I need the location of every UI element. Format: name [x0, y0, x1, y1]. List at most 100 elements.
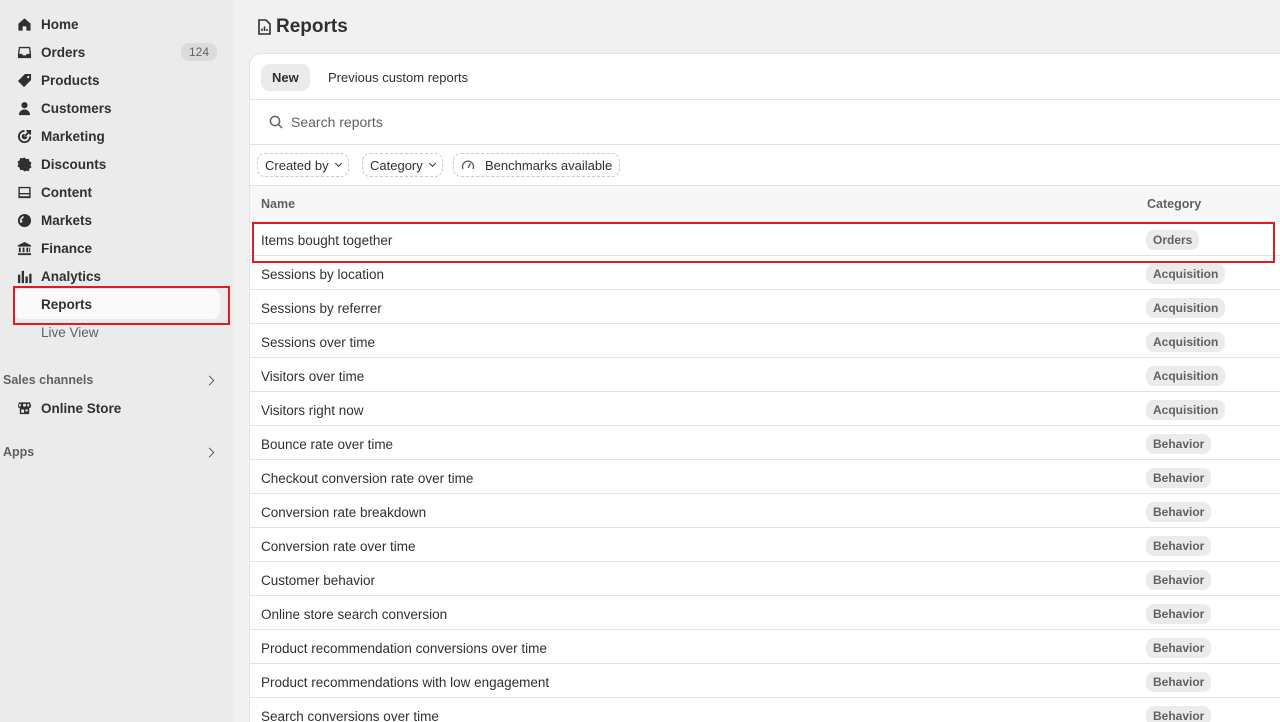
nav-reports[interactable]: Reports	[14, 289, 220, 319]
table-row[interactable]: Items bought together Orders	[250, 222, 1280, 256]
report-name[interactable]: Conversion rate breakdown	[261, 505, 426, 520]
table-row[interactable]: Checkout conversion rate over time Behavi…	[250, 460, 1280, 494]
nav-home-label: Home	[41, 16, 79, 32]
bank-icon	[16, 240, 32, 256]
nav-discounts[interactable]: Discounts	[12, 150, 217, 178]
nav-customers[interactable]: Customers	[12, 94, 217, 122]
nav-live-view[interactable]: Live View	[14, 317, 220, 347]
report-name[interactable]: Sessions over time	[261, 335, 375, 350]
table-row[interactable]: Conversion rate over time Behavior	[250, 528, 1280, 562]
tab-bar: New Previous custom reports	[250, 54, 1280, 100]
report-name[interactable]: Search conversions over time	[261, 709, 439, 722]
category-badge: Acquisition	[1146, 298, 1226, 318]
search-input[interactable]	[291, 114, 891, 130]
report-name[interactable]: Product recommendations with low engagem…	[261, 675, 549, 690]
tab-new[interactable]: New	[261, 64, 310, 91]
filter-created-by[interactable]: Created by	[257, 153, 349, 177]
reports-card: New Previous custom reports Created by C…	[249, 53, 1280, 722]
bar-chart-icon	[16, 268, 32, 284]
table-header: Name Category	[250, 186, 1280, 222]
table-row[interactable]: Sessions by referrer Acquisition	[250, 290, 1280, 324]
nav-online-store-label: Online Store	[41, 400, 122, 416]
nav-orders-label: Orders	[41, 44, 86, 60]
column-category[interactable]: Category	[1147, 197, 1201, 211]
category-badge: Acquisition	[1146, 366, 1226, 386]
nav-analytics[interactable]: Analytics	[12, 262, 217, 290]
nav-markets-label: Markets	[41, 212, 93, 228]
report-name[interactable]: Bounce rate over time	[261, 437, 393, 452]
table-row[interactable]: Product recommendations with low engagem…	[250, 664, 1280, 698]
nav-home[interactable]: Home	[12, 10, 217, 38]
filter-created-by-label: Created by	[265, 157, 329, 173]
report-name[interactable]: Product recommendation conversions over …	[261, 641, 547, 656]
discount-icon	[16, 156, 32, 172]
nav-markets[interactable]: Markets	[12, 206, 217, 234]
report-name[interactable]: Conversion rate over time	[261, 539, 416, 554]
column-name[interactable]: Name	[261, 197, 295, 211]
tab-previous-label: Previous custom reports	[328, 70, 469, 85]
filter-benchmarks[interactable]: Benchmarks available	[453, 153, 621, 177]
category-badge: Behavior	[1146, 672, 1212, 692]
nav-customers-label: Customers	[41, 100, 112, 116]
nav-content[interactable]: Content	[12, 178, 217, 206]
content-icon	[16, 184, 32, 200]
nav-products-label: Products	[41, 72, 100, 88]
nav-finance-label: Finance	[41, 240, 93, 256]
filter-category-label: Category	[370, 157, 423, 173]
filter-benchmarks-label: Benchmarks available	[485, 157, 613, 173]
category-badge: Orders	[1146, 230, 1200, 250]
gauge-icon	[461, 160, 475, 170]
report-list: Items bought together Orders Sessions by …	[250, 222, 1280, 722]
table-row[interactable]: Sessions over time Acquisition	[250, 324, 1280, 358]
table-row[interactable]: Online store search conversion Behavior	[250, 596, 1280, 630]
nav-reports-label: Reports	[41, 296, 93, 312]
report-name[interactable]: Visitors over time	[261, 369, 364, 384]
nav-marketing[interactable]: Marketing	[12, 122, 217, 150]
table-row[interactable]: Search conversions over time Behavior	[250, 698, 1280, 722]
report-name[interactable]: Sessions by location	[261, 267, 384, 282]
search-bar	[250, 100, 1280, 145]
report-name[interactable]: Visitors right now	[261, 403, 364, 418]
report-name[interactable]: Customer behavior	[261, 573, 375, 588]
category-badge: Behavior	[1146, 706, 1212, 722]
nav-orders[interactable]: Orders 124	[12, 38, 217, 66]
nav-products[interactable]: Products	[12, 66, 217, 94]
category-badge: Behavior	[1146, 468, 1212, 488]
nav-discounts-label: Discounts	[41, 156, 107, 172]
category-badge: Acquisition	[1146, 400, 1226, 420]
sales-channels-label: Sales channels	[3, 373, 94, 387]
category-badge: Behavior	[1146, 604, 1212, 624]
chevron-right-icon[interactable]	[204, 375, 215, 385]
report-name[interactable]: Sessions by referrer	[261, 301, 382, 316]
home-icon	[16, 16, 32, 32]
table-row[interactable]: Bounce rate over time Behavior	[250, 426, 1280, 460]
table-row[interactable]: Visitors over time Acquisition	[250, 358, 1280, 392]
filter-category[interactable]: Category	[362, 153, 443, 177]
report-name[interactable]: Items bought together	[261, 233, 392, 248]
table-row[interactable]: Customer behavior Behavior	[250, 562, 1280, 596]
table-row[interactable]: Visitors right now Acquisition	[250, 392, 1280, 426]
report-name[interactable]: Checkout conversion rate over time	[261, 471, 473, 486]
orders-count-badge: 124	[180, 43, 217, 61]
tab-previous-custom-reports[interactable]: Previous custom reports	[317, 64, 479, 91]
apps-label: Apps	[3, 445, 35, 459]
table-row[interactable]: Product recommendation conversions over …	[250, 630, 1280, 664]
table-row[interactable]: Sessions by location Acquisition	[250, 256, 1280, 290]
report-name[interactable]: Online store search conversion	[261, 607, 447, 622]
nav-analytics-label: Analytics	[41, 268, 102, 284]
category-badge: Acquisition	[1146, 332, 1226, 352]
nav-finance[interactable]: Finance	[12, 234, 217, 262]
filter-bar: Created by Category Benchmarks available	[250, 145, 1280, 186]
nav-online-store[interactable]: Online Store	[12, 394, 217, 422]
sales-channels-header[interactable]: Sales channels	[3, 370, 217, 390]
chevron-right-icon[interactable]	[204, 447, 215, 457]
page-title: Reports	[257, 16, 348, 38]
report-file-icon	[258, 19, 271, 35]
apps-header[interactable]: Apps	[3, 442, 217, 462]
table-row[interactable]: Conversion rate breakdown Behavior	[250, 494, 1280, 528]
nav-marketing-label: Marketing	[41, 128, 105, 144]
chevron-down-icon	[334, 159, 342, 168]
category-badge: Behavior	[1146, 434, 1212, 454]
sidebar: Home Orders 124 Products Customers Marke…	[0, 0, 233, 722]
tab-new-label: New	[272, 70, 299, 85]
